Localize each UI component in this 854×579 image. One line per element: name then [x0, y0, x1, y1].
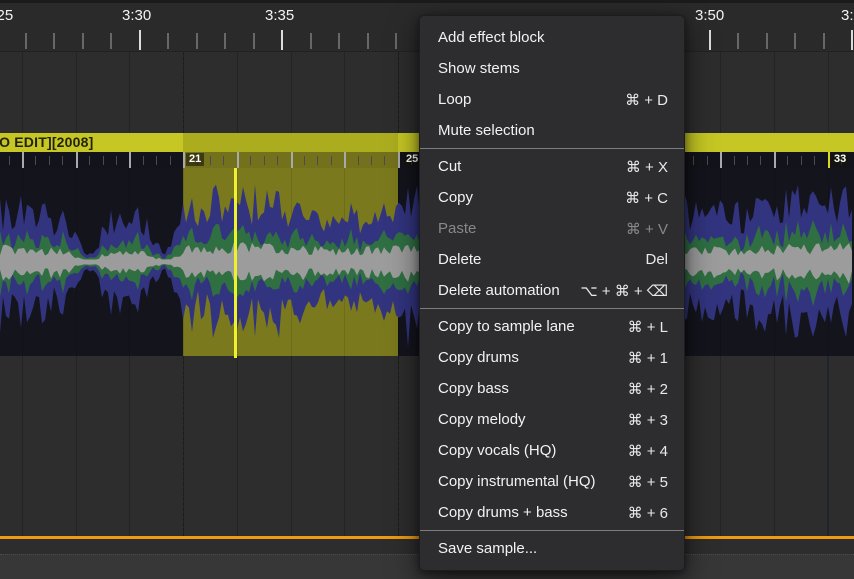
menu-separator	[420, 530, 684, 531]
bar-33-marker-line	[827, 356, 829, 536]
menu-item-label: Loop	[438, 91, 471, 108]
menu-item-shortcut: ⌘ + 5	[628, 473, 668, 491]
time-tick-minor	[167, 33, 169, 49]
bar-gridline	[76, 52, 77, 133]
menu-item-label: Copy vocals (HQ)	[438, 442, 556, 459]
bar-gridline	[22, 52, 23, 133]
menu-item-save-sample[interactable]: Save sample...	[420, 533, 684, 564]
bar-gridline	[774, 52, 775, 133]
time-tick-minor	[338, 33, 340, 49]
menu-item-copy-vocals-hq[interactable]: Copy vocals (HQ) ⌘ + 4	[420, 435, 684, 466]
time-tick-minor	[53, 33, 55, 49]
selection-edge-line	[183, 52, 184, 133]
menu-item-label: Delete automation	[438, 282, 560, 299]
time-tick-minor	[766, 33, 768, 49]
bar-gridline	[76, 356, 77, 536]
bar-gridline	[237, 356, 238, 536]
time-tick-major	[709, 30, 711, 50]
clip-title: IO EDIT][2008]	[0, 134, 94, 150]
menu-item-label: Copy	[438, 189, 473, 206]
time-tick-minor	[823, 33, 825, 49]
menu-item-shortcut: ⌘ + 2	[628, 380, 668, 398]
menu-item-shortcut: ⌘ + L	[628, 318, 668, 336]
menu-item-shortcut: Del	[645, 251, 668, 268]
menu-item-label: Show stems	[438, 60, 520, 77]
bar-number: 33	[831, 153, 849, 166]
menu-item-label: Copy to sample lane	[438, 318, 575, 335]
audio-editor-window: 3:253:303:353:503:55 IO EDIT][2008] 2125…	[0, 0, 854, 579]
bar-gridline	[291, 356, 292, 536]
playhead[interactable]	[234, 168, 237, 358]
menu-item-copy-drums[interactable]: Copy drums ⌘ + 1	[420, 342, 684, 373]
menu-item-shortcut: ⌘ + 3	[628, 411, 668, 429]
menu-item-label: Save sample...	[438, 540, 537, 557]
menu-item-shortcut: ⌥ + ⌘ + ⌫	[580, 282, 668, 300]
menu-item-shortcut: ⌘ + V	[626, 220, 668, 238]
bar-gridline	[22, 356, 23, 536]
menu-item-paste: Paste ⌘ + V	[420, 213, 684, 244]
menu-item-label: Copy bass	[438, 380, 509, 397]
bar-gridline	[237, 52, 238, 133]
selection-edge-line	[183, 356, 184, 536]
menu-item-copy-to-sample-lane[interactable]: Copy to sample lane ⌘ + L	[420, 311, 684, 342]
menu-item-delete-automation[interactable]: Delete automation ⌥ + ⌘ + ⌫	[420, 275, 684, 306]
bar-gridline	[720, 52, 721, 133]
menu-item-mute-selection[interactable]: Mute selection	[420, 115, 684, 146]
time-tick-minor	[737, 33, 739, 49]
time-tick-minor	[82, 33, 84, 49]
bar-gridline	[129, 356, 130, 536]
menu-item-copy-instrumental-hq[interactable]: Copy instrumental (HQ) ⌘ + 5	[420, 466, 684, 497]
time-tick-major	[281, 30, 283, 50]
bar-gridline	[828, 52, 829, 133]
menu-item-label: Delete	[438, 251, 481, 268]
selection-edge-line	[398, 52, 399, 133]
time-tick-major	[139, 30, 141, 50]
time-tick-minor	[224, 33, 226, 49]
menu-item-label: Mute selection	[438, 122, 535, 139]
menu-item-label: Copy drums + bass	[438, 504, 568, 521]
time-tick-minor	[253, 33, 255, 49]
context-menu: Add effect block Show stems Loop ⌘ + D Mute …	[419, 15, 685, 571]
menu-item-shortcut: ⌘ + 4	[628, 442, 668, 460]
menu-item-delete[interactable]: Delete Del	[420, 244, 684, 275]
menu-item-label: Copy melody	[438, 411, 526, 428]
time-tick-minor	[310, 33, 312, 49]
menu-item-loop[interactable]: Loop ⌘ + D	[420, 84, 684, 115]
clip-header-selection-shade	[183, 133, 398, 152]
time-tick-minor	[110, 33, 112, 49]
bar-gridline	[344, 356, 345, 536]
menu-item-shortcut: ⌘ + D	[625, 91, 668, 109]
menu-item-copy-melody[interactable]: Copy melody ⌘ + 3	[420, 404, 684, 435]
menu-separator	[420, 308, 684, 309]
menu-item-copy-bass[interactable]: Copy bass ⌘ + 2	[420, 373, 684, 404]
bar-gridline	[129, 52, 130, 133]
menu-item-shortcut: ⌘ + X	[626, 158, 668, 176]
time-tick-minor	[25, 33, 27, 49]
bar-gridline	[774, 356, 775, 536]
menu-item-copy[interactable]: Copy ⌘ + C	[420, 182, 684, 213]
time-tick-minor	[395, 33, 397, 49]
time-tick-minor	[794, 33, 796, 49]
bar-gridline	[344, 52, 345, 133]
menu-item-shortcut: ⌘ + 6	[628, 504, 668, 522]
menu-item-copy-drums-bass[interactable]: Copy drums + bass ⌘ + 6	[420, 497, 684, 528]
bar-gridline	[720, 356, 721, 536]
time-tick-minor	[196, 33, 198, 49]
selection-edge-line	[398, 356, 399, 536]
time-tick-major	[851, 30, 853, 50]
bar-number: 21	[186, 153, 204, 166]
menu-item-cut[interactable]: Cut ⌘ + X	[420, 151, 684, 182]
menu-item-add-effect-block[interactable]: Add effect block	[420, 22, 684, 53]
menu-item-label: Add effect block	[438, 29, 544, 46]
menu-item-shortcut: ⌘ + C	[625, 189, 668, 207]
menu-item-label: Paste	[438, 220, 476, 237]
menu-item-show-stems[interactable]: Show stems	[420, 53, 684, 84]
menu-item-label: Copy instrumental (HQ)	[438, 473, 596, 490]
menu-separator	[420, 148, 684, 149]
menu-item-label: Cut	[438, 158, 461, 175]
time-tick-minor	[367, 33, 369, 49]
menu-item-shortcut: ⌘ + 1	[628, 349, 668, 367]
menu-item-label: Copy drums	[438, 349, 519, 366]
bar-gridline	[291, 52, 292, 133]
